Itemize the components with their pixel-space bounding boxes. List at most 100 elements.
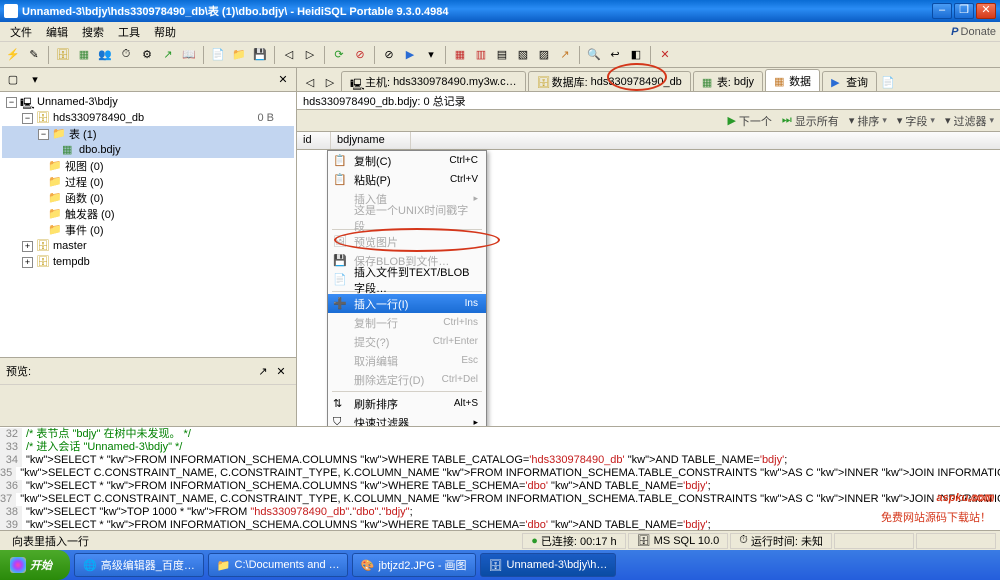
toolbar-grid5-icon[interactable]: ▨	[535, 46, 553, 64]
grid-sort[interactable]: ▾排序▾	[849, 113, 887, 129]
toolbar-db-icon[interactable]: 🗄	[54, 46, 72, 64]
tab-add-icon[interactable]: 📄	[879, 73, 897, 91]
expander-icon[interactable]: +	[22, 241, 33, 252]
col-id[interactable]: id	[297, 132, 331, 149]
tab-data[interactable]: ▦数据	[765, 69, 820, 91]
toolbar-exit-icon[interactable]: ✕	[656, 46, 674, 64]
connected-icon: ●	[531, 535, 538, 547]
preview-close-icon[interactable]: ✕	[272, 362, 290, 380]
menu-search[interactable]: 搜索	[76, 22, 110, 42]
status-hint: 向表里插入一行	[4, 533, 520, 549]
toolbar-refresh-icon[interactable]: ⟳	[330, 46, 348, 64]
toolbar-export2-icon[interactable]: ↗	[556, 46, 574, 64]
db-tree[interactable]: − 🖳 Unnamed-3\bdjy − 🗄 hds330978490_db 0…	[0, 92, 296, 357]
expander-icon[interactable]: +	[22, 257, 33, 268]
folder-icon: 📁	[52, 127, 66, 141]
window-title: Unnamed-3\bdjy\hds330978490_db\表 (1)\dbo…	[22, 3, 932, 19]
toolbar-stop-icon[interactable]: ⊘	[380, 46, 398, 64]
minimize-button[interactable]: –	[932, 3, 952, 19]
tab-database[interactable]: 🗄数据库:hds330978490_db	[528, 71, 691, 91]
toolbar-grid3-icon[interactable]: ▤	[493, 46, 511, 64]
toolbar-prev-icon[interactable]: ◁	[280, 46, 298, 64]
tree-tables[interactable]: − 📁 表 (1)	[2, 126, 294, 142]
tab-query[interactable]: ▶查询	[822, 71, 877, 91]
status-connected: ●已连接: 00:17 h	[522, 533, 625, 549]
clock-icon: ⏱	[739, 534, 748, 547]
tree-events[interactable]: 📁事件 (0)	[2, 222, 294, 238]
toolbar-grid4-icon[interactable]: ▧	[514, 46, 532, 64]
menu-file[interactable]: 文件	[4, 22, 38, 42]
tree-master[interactable]: +🗄master	[2, 238, 294, 254]
toolbar-play-icon[interactable]: ▶	[401, 46, 419, 64]
toolbar-book-icon[interactable]: 📖	[180, 46, 198, 64]
tree-close-icon[interactable]: ✕	[274, 71, 292, 89]
tree-table-item[interactable]: ▦ dbo.bdjy	[2, 142, 294, 158]
toolbar-folder-icon[interactable]: 📁	[230, 46, 248, 64]
tree-dd-icon[interactable]: ▾	[26, 71, 44, 89]
sql-log[interactable]: 32/* 表节点 "bdjy" 在树中未发现。 */33/* 进入会话 "Unn…	[0, 426, 1000, 530]
expander-icon[interactable]: −	[38, 129, 49, 140]
toolbar-export-icon[interactable]: ↗	[159, 46, 177, 64]
tree-session[interactable]: − 🖳 Unnamed-3\bdjy	[2, 94, 294, 110]
toolbar-next-icon[interactable]: ▷	[301, 46, 319, 64]
toolbar-save-icon[interactable]: 💾	[251, 46, 269, 64]
toolbar-play-dd-icon[interactable]: ▾	[422, 46, 440, 64]
toolbar-table-icon[interactable]: ▦	[75, 46, 93, 64]
toolbar-sqlfile-icon[interactable]: 📄	[209, 46, 227, 64]
ctx-refreshsort[interactable]: ⇅刷新排序Alt+S	[328, 394, 486, 413]
grid-columns: id bdjyname	[297, 132, 1000, 150]
toolbar-users-icon[interactable]: 👥	[96, 46, 114, 64]
toolbar-disconnect-icon[interactable]: ⚡	[4, 46, 22, 64]
tab-host[interactable]: 🖳主机:hds330978490.my3w.c…	[341, 71, 526, 91]
tree-funcs[interactable]: 📁函数 (0)	[2, 190, 294, 206]
grid-showall[interactable]: ⏭显示所有	[782, 113, 839, 129]
image-icon: 🖼	[333, 235, 347, 249]
toolbar-grid2-icon[interactable]: ▥	[472, 46, 490, 64]
expander-icon[interactable]: −	[22, 113, 33, 124]
grid-body[interactable]: 📋复制(C)Ctrl+C 📋粘贴(P)Ctrl+V 插入值▸ 这是一个UNIX时…	[297, 150, 1000, 426]
menu-edit[interactable]: 编辑	[40, 22, 74, 42]
main-toolbar: ⚡ ✎ 🗄 ▦ 👥 ⏱ ⚙ ↗ 📖 📄 📁 💾 ◁ ▷ ⟳ ⊘ ⊘ ▶ ▾ ▦ …	[0, 42, 1000, 68]
toolbar-newtab-icon[interactable]: ◧	[627, 46, 645, 64]
tree-triggers[interactable]: 📁触发器 (0)	[2, 206, 294, 222]
ctx-insertrow[interactable]: ➕插入一行(I)Ins	[328, 294, 486, 313]
tree-views[interactable]: 📁视图 (0)	[2, 158, 294, 174]
grid-filter[interactable]: ▾过滤器▾	[945, 113, 994, 129]
ctx-copy[interactable]: 📋复制(C)Ctrl+C	[328, 151, 486, 170]
menu-help[interactable]: 帮助	[148, 22, 182, 42]
main-area: ▢ ▾ ✕ − 🖳 Unnamed-3\bdjy − 🗄 hds33097849…	[0, 68, 1000, 426]
toolbar-cancel-icon[interactable]: ⊘	[351, 46, 369, 64]
host-icon: 🖳	[350, 76, 362, 88]
tree-filter-icon[interactable]: ▢	[4, 71, 22, 89]
grid-field[interactable]: ▾字段▾	[897, 113, 935, 129]
toolbar-variables-icon[interactable]: ⚙	[138, 46, 156, 64]
toolbar-wrap-icon[interactable]: ↩	[606, 46, 624, 64]
donate-link[interactable]: PDonate	[951, 26, 996, 38]
ctx-insertfile[interactable]: 📄插入文件到TEXT/BLOB字段…	[328, 270, 486, 289]
grid-next[interactable]: ▶下一个	[727, 113, 771, 129]
toolbar-time-icon[interactable]: ⏱	[117, 46, 135, 64]
table-icon: ▦	[62, 143, 76, 157]
tab-prev-icon[interactable]: ◁	[301, 73, 319, 91]
tree-db[interactable]: − 🗄 hds330978490_db 0 B	[2, 110, 294, 126]
menu-tools[interactable]: 工具	[112, 22, 146, 42]
tree-tempdb[interactable]: +🗄tempdb	[2, 254, 294, 270]
task-item[interactable]: 📁C:\Documents and …	[208, 553, 348, 577]
task-item-active[interactable]: 🗄Unnamed-3\bdjy\h…	[480, 553, 617, 577]
ctx-paste[interactable]: 📋粘贴(P)Ctrl+V	[328, 170, 486, 189]
task-item[interactable]: 🎨jbtjzd2.JPG - 画图	[352, 553, 476, 577]
tree-procs[interactable]: 📁过程 (0)	[2, 174, 294, 190]
preview-label: 预览: ↗ ✕	[0, 357, 296, 384]
task-item[interactable]: 🌐高级编辑器_百度…	[74, 553, 204, 577]
toolbar-grid1-icon[interactable]: ▦	[451, 46, 469, 64]
toolbar-find-icon[interactable]: 🔍	[585, 46, 603, 64]
expander-icon[interactable]: −	[6, 97, 17, 108]
toolbar-new-icon[interactable]: ✎	[25, 46, 43, 64]
maximize-button[interactable]: ❐	[954, 3, 974, 19]
preview-pop-icon[interactable]: ↗	[254, 362, 272, 380]
close-button[interactable]: ✕	[976, 3, 996, 19]
tab-table[interactable]: ▦表:bdjy	[693, 71, 763, 91]
start-button[interactable]: 开始	[0, 550, 70, 580]
tab-next-icon[interactable]: ▷	[321, 73, 339, 91]
col-name[interactable]: bdjyname	[331, 132, 411, 149]
